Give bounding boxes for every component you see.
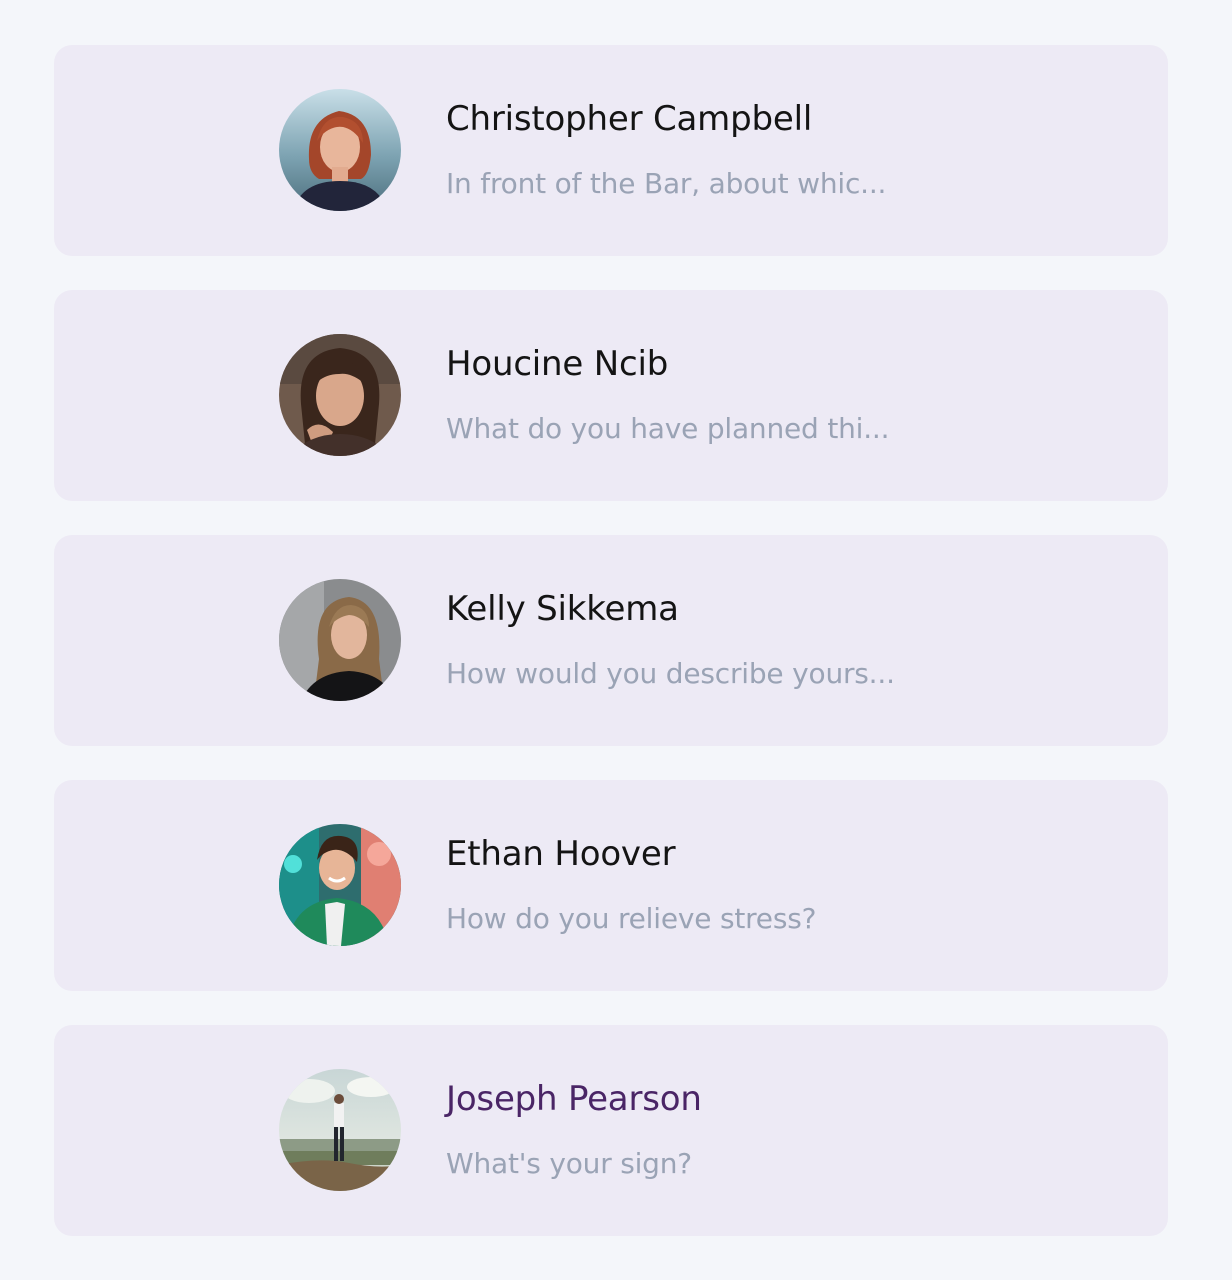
avatar-man-landscape-icon bbox=[279, 1069, 401, 1191]
avatar-woman-blonde-icon bbox=[279, 579, 401, 701]
message-preview: How would you describe yours... bbox=[446, 657, 895, 690]
message-preview: What's your sign? bbox=[446, 1147, 692, 1180]
conversation-item[interactable]: Houcine Ncib What do you have planned th… bbox=[54, 290, 1168, 501]
contact-name: Ethan Hoover bbox=[446, 834, 676, 874]
message-preview: What do you have planned thi... bbox=[446, 412, 890, 445]
contact-name: Joseph Pearson bbox=[446, 1079, 702, 1119]
avatar-woman-dark-hair-icon bbox=[279, 334, 401, 456]
contact-name: Kelly Sikkema bbox=[446, 589, 679, 629]
conversation-item[interactable]: Christopher Campbell In front of the Bar… bbox=[54, 45, 1168, 256]
contact-name: Christopher Campbell bbox=[446, 99, 813, 139]
message-preview: In front of the Bar, about whic... bbox=[446, 167, 887, 200]
conversation-item[interactable]: Kelly Sikkema How would you describe you… bbox=[54, 535, 1168, 746]
message-preview: How do you relieve stress? bbox=[446, 902, 817, 935]
conversation-list: Christopher Campbell In front of the Bar… bbox=[54, 45, 1168, 1270]
avatar-woman-red-hair-icon bbox=[279, 89, 401, 211]
conversation-item[interactable]: Ethan Hoover How do you relieve stress? bbox=[54, 780, 1168, 991]
avatar-man-green-shirt-icon bbox=[279, 824, 401, 946]
conversation-item[interactable]: Joseph Pearson What's your sign? bbox=[54, 1025, 1168, 1236]
contact-name: Houcine Ncib bbox=[446, 344, 669, 384]
